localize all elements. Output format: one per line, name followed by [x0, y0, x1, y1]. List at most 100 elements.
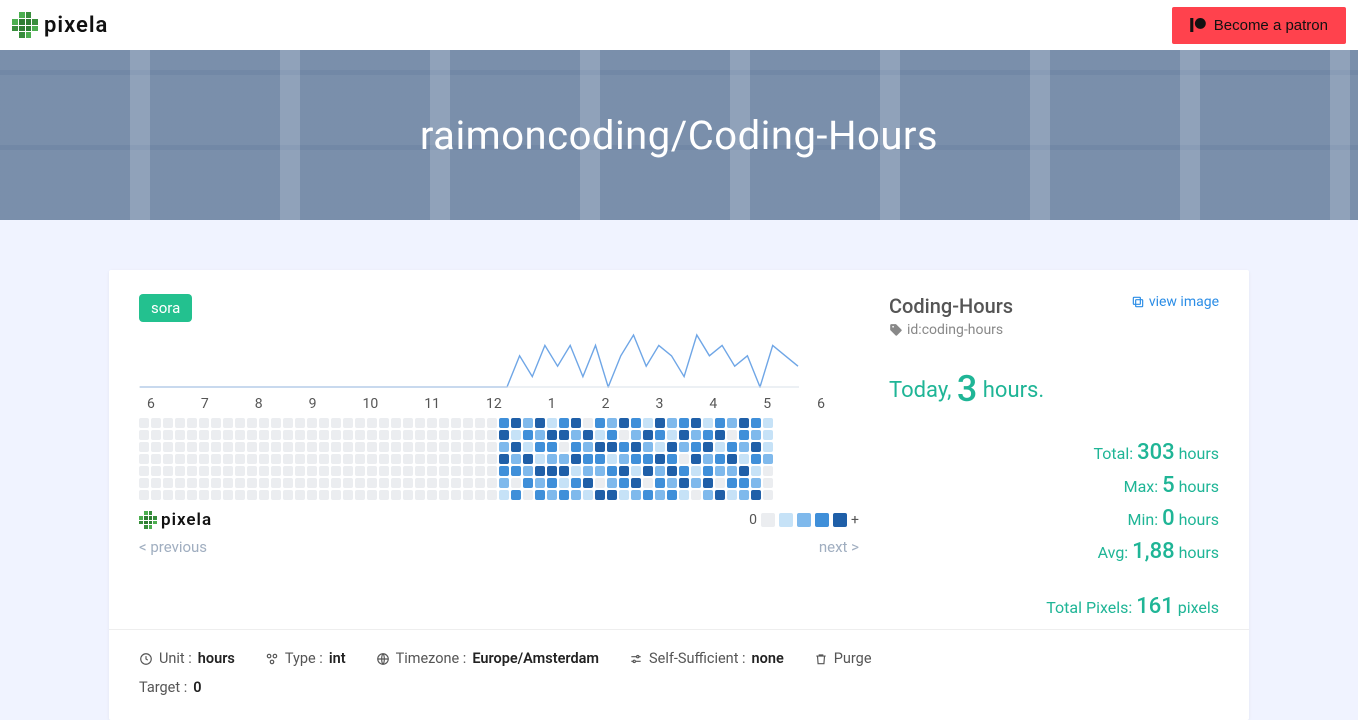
heatmap-cell[interactable]: [571, 478, 581, 488]
heatmap-cell[interactable]: [487, 418, 497, 428]
heatmap-cell[interactable]: [319, 466, 329, 476]
heatmap-cell[interactable]: [715, 478, 725, 488]
heatmap-cell[interactable]: [643, 418, 653, 428]
heatmap-cell[interactable]: [691, 478, 701, 488]
heatmap-cell[interactable]: [667, 454, 677, 464]
heatmap-cell[interactable]: [139, 454, 149, 464]
heatmap-cell[interactable]: [523, 454, 533, 464]
heatmap-cell[interactable]: [667, 478, 677, 488]
heatmap-cell[interactable]: [631, 430, 641, 440]
become-patron-button[interactable]: Become a patron: [1172, 7, 1346, 44]
heatmap-cell[interactable]: [439, 490, 449, 500]
heatmap-cell[interactable]: [619, 430, 629, 440]
heatmap-cell[interactable]: [619, 490, 629, 500]
heatmap-cell[interactable]: [223, 430, 233, 440]
heatmap-cell[interactable]: [379, 442, 389, 452]
heatmap-cell[interactable]: [643, 454, 653, 464]
heatmap-cell[interactable]: [355, 442, 365, 452]
heatmap-cell[interactable]: [151, 430, 161, 440]
heatmap-cell[interactable]: [283, 454, 293, 464]
heatmap-cell[interactable]: [355, 430, 365, 440]
heatmap-cell[interactable]: [295, 442, 305, 452]
heatmap-cell[interactable]: [523, 466, 533, 476]
heatmap-cell[interactable]: [715, 466, 725, 476]
heatmap-cell[interactable]: [151, 454, 161, 464]
heatmap-cell[interactable]: [739, 442, 749, 452]
heatmap-cell[interactable]: [247, 430, 257, 440]
heatmap-cell[interactable]: [283, 490, 293, 500]
heatmap-cell[interactable]: [535, 442, 545, 452]
heatmap-cell[interactable]: [583, 454, 593, 464]
heatmap-cell[interactable]: [403, 430, 413, 440]
heatmap-cell[interactable]: [751, 478, 761, 488]
heatmap-cell[interactable]: [607, 466, 617, 476]
heatmap-cell[interactable]: [331, 430, 341, 440]
heatmap-cell[interactable]: [643, 490, 653, 500]
heatmap-cell[interactable]: [451, 466, 461, 476]
heatmap-cell[interactable]: [511, 466, 521, 476]
heatmap-cell[interactable]: [163, 466, 173, 476]
heatmap-cell[interactable]: [631, 466, 641, 476]
heatmap-cell[interactable]: [487, 466, 497, 476]
heatmap-cell[interactable]: [247, 478, 257, 488]
heatmap-cell[interactable]: [235, 478, 245, 488]
heatmap-cell[interactable]: [463, 442, 473, 452]
heatmap-cell[interactable]: [703, 418, 713, 428]
heatmap-cell[interactable]: [283, 442, 293, 452]
heatmap-cell[interactable]: [559, 454, 569, 464]
heatmap-cell[interactable]: [415, 466, 425, 476]
heatmap-cell[interactable]: [367, 430, 377, 440]
heatmap-cell[interactable]: [499, 478, 509, 488]
heatmap-cell[interactable]: [391, 430, 401, 440]
heatmap-cell[interactable]: [379, 430, 389, 440]
heatmap-cell[interactable]: [391, 478, 401, 488]
heatmap-cell[interactable]: [247, 442, 257, 452]
heatmap-cell[interactable]: [739, 466, 749, 476]
heatmap-cell[interactable]: [163, 454, 173, 464]
heatmap-cell[interactable]: [607, 490, 617, 500]
heatmap-cell[interactable]: [247, 454, 257, 464]
heatmap-cell[interactable]: [199, 466, 209, 476]
heatmap-cell[interactable]: [367, 478, 377, 488]
heatmap-cell[interactable]: [703, 442, 713, 452]
heatmap-cell[interactable]: [187, 430, 197, 440]
heatmap-cell[interactable]: [307, 466, 317, 476]
heatmap-cell[interactable]: [175, 454, 185, 464]
heatmap-cell[interactable]: [391, 466, 401, 476]
heatmap-cell[interactable]: [667, 418, 677, 428]
heatmap-cell[interactable]: [739, 454, 749, 464]
heatmap-cell[interactable]: [475, 430, 485, 440]
heatmap-cell[interactable]: [655, 466, 665, 476]
heatmap-cell[interactable]: [751, 466, 761, 476]
heatmap-cell[interactable]: [427, 430, 437, 440]
heatmap-cell[interactable]: [751, 430, 761, 440]
heatmap-cell[interactable]: [451, 454, 461, 464]
heatmap-cell[interactable]: [559, 466, 569, 476]
heatmap-cell[interactable]: [535, 418, 545, 428]
heatmap-cell[interactable]: [499, 466, 509, 476]
heatmap-cell[interactable]: [355, 466, 365, 476]
heatmap-cell[interactable]: [223, 442, 233, 452]
heatmap-cell[interactable]: [655, 442, 665, 452]
heatmap-cell[interactable]: [679, 454, 689, 464]
heatmap-cell[interactable]: [211, 466, 221, 476]
heatmap-cell[interactable]: [463, 466, 473, 476]
heatmap-cell[interactable]: [211, 442, 221, 452]
heatmap-cell[interactable]: [439, 442, 449, 452]
heatmap-cell[interactable]: [475, 490, 485, 500]
heatmap-cell[interactable]: [619, 442, 629, 452]
heatmap-cell[interactable]: [247, 490, 257, 500]
heatmap-cell[interactable]: [655, 430, 665, 440]
heatmap-cell[interactable]: [355, 478, 365, 488]
heatmap-cell[interactable]: [571, 430, 581, 440]
heatmap-cell[interactable]: [703, 490, 713, 500]
heatmap-cell[interactable]: [343, 490, 353, 500]
heatmap-cell[interactable]: [571, 454, 581, 464]
heatmap-cell[interactable]: [595, 466, 605, 476]
heatmap-cell[interactable]: [187, 418, 197, 428]
heatmap-cell[interactable]: [259, 430, 269, 440]
heatmap-cell[interactable]: [223, 454, 233, 464]
heatmap-cell[interactable]: [259, 478, 269, 488]
heatmap-cell[interactable]: [667, 430, 677, 440]
heatmap-cell[interactable]: [571, 442, 581, 452]
